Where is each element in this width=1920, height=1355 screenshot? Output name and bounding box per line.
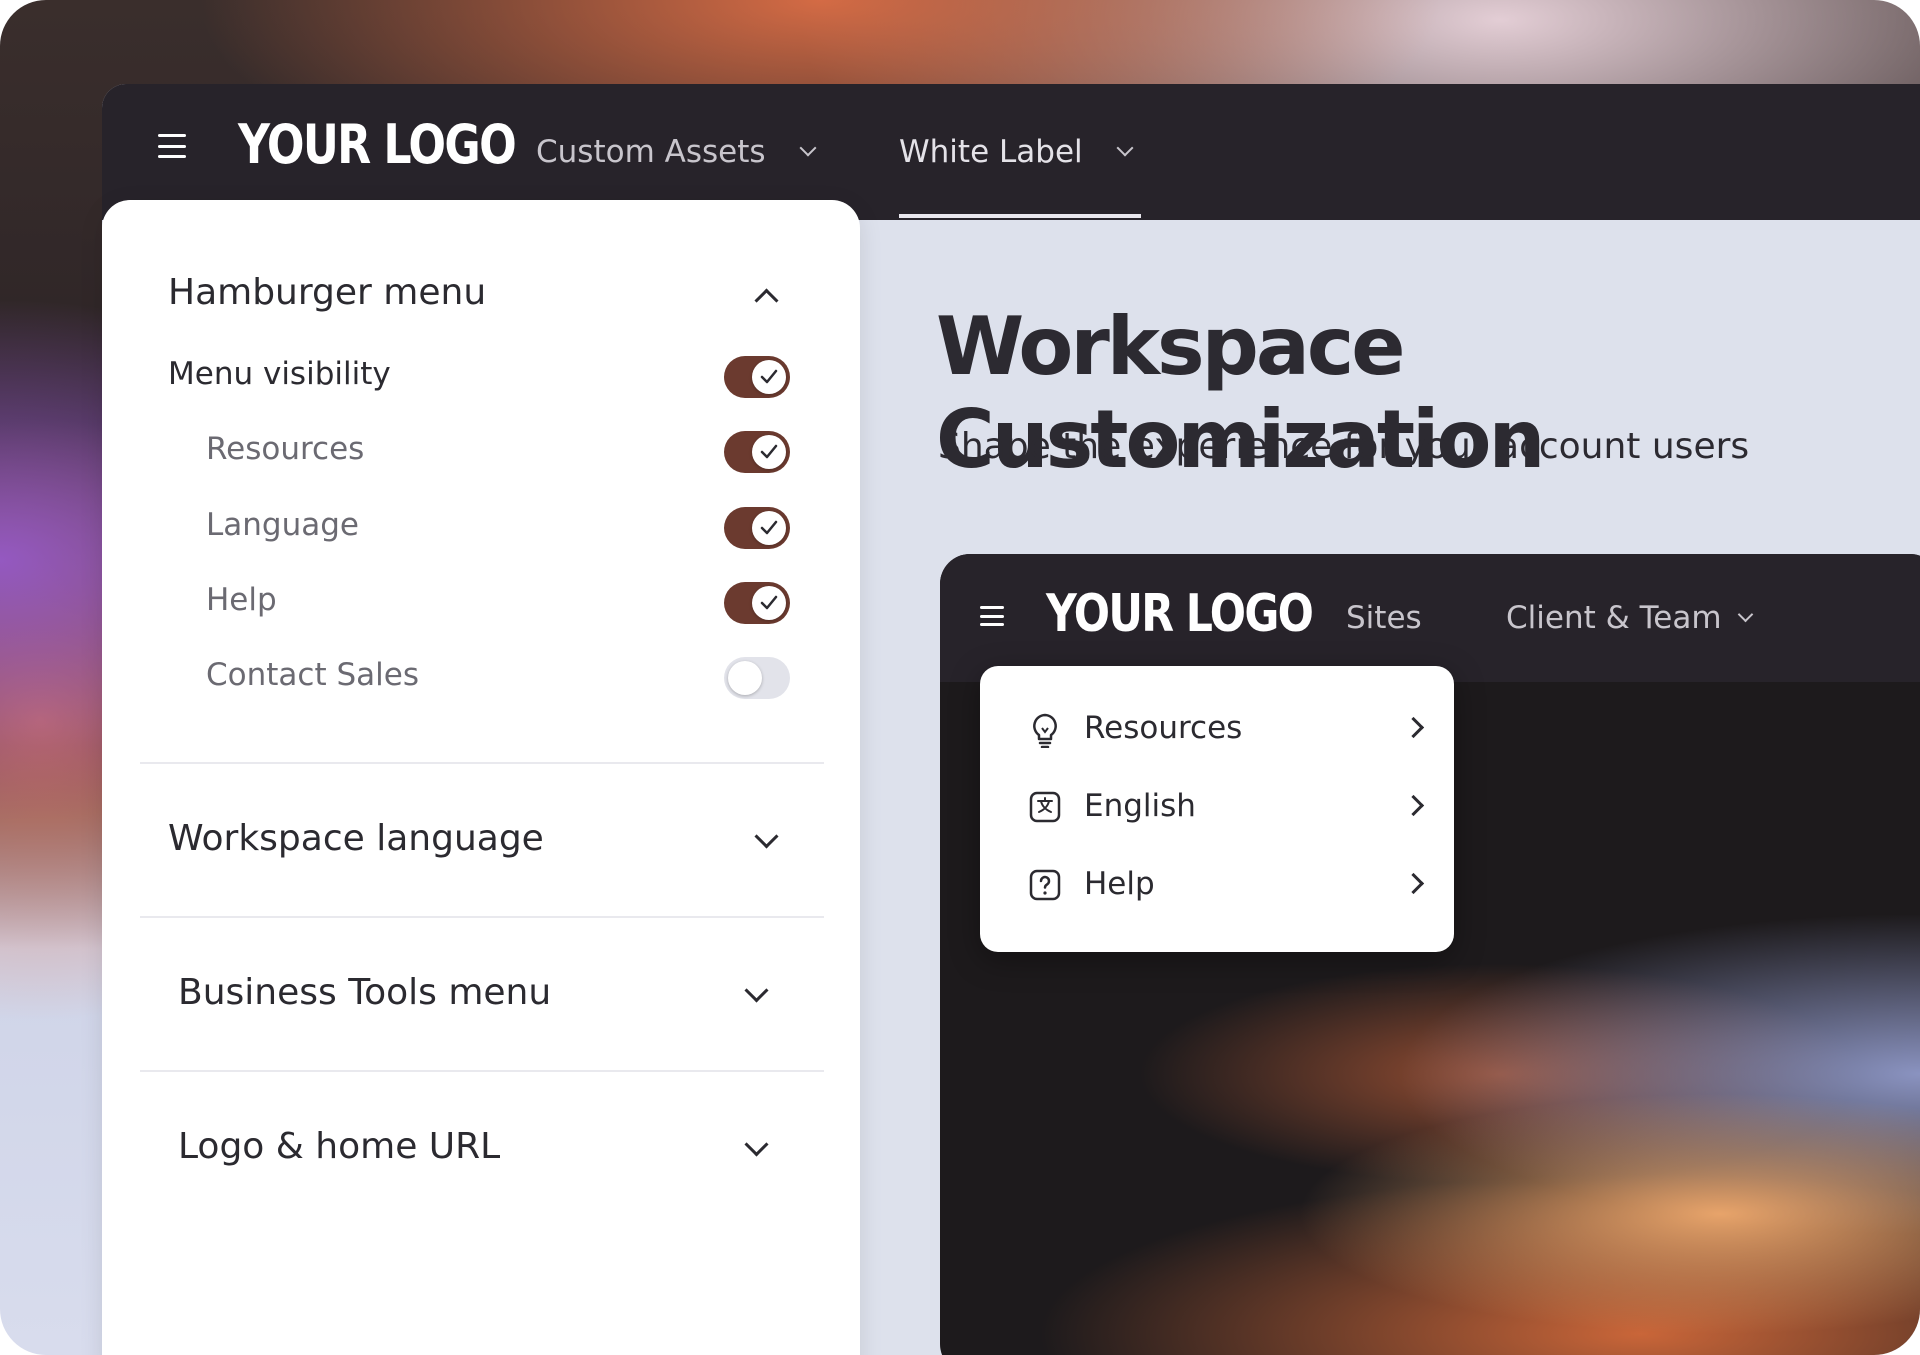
settings-panel: Hamburger menu Menu visibility Resources… [102,200,860,1355]
chevron-right-icon [1402,872,1425,895]
background-frame: YOUR LOGO Custom Assets White Label Work… [0,0,1920,1355]
chevron-down-icon[interactable] [744,1132,769,1157]
check-icon [760,444,778,459]
toggle-help[interactable] [724,582,790,624]
toggle-contact-sales[interactable] [724,657,790,699]
toggle-knob [728,661,762,695]
chevron-right-icon [1402,716,1425,739]
toggle-language[interactable] [724,507,790,549]
section-title-logo-home-url[interactable]: Logo & home URL [178,1126,500,1167]
section-title-workspace-language[interactable]: Workspace language [168,818,544,859]
preview-top-bar: YOUR LOGO Sites Client & Team [940,554,1920,682]
chevron-right-icon [1402,794,1425,817]
chevron-down-icon[interactable] [754,824,779,849]
lightbulb-icon [1028,712,1062,752]
preview-menu-item-help[interactable]: Help [980,846,1454,924]
toggle-knob [752,511,786,545]
check-icon [760,520,778,535]
section-title-hamburger-menu[interactable]: Hamburger menu [168,272,486,313]
chevron-down-icon [1116,139,1134,157]
check-icon [760,369,778,384]
toggle-resources[interactable] [724,431,790,473]
preview-menu-item-english[interactable]: English [980,768,1454,846]
chevron-down-icon [799,139,817,157]
page-subtitle: Shape the experience for your account us… [938,426,1750,467]
toggle-knob [752,435,786,469]
nav-white-label-label: White Label [899,134,1083,170]
preview-menu-item-label: English [1084,788,1196,824]
preview-logo: YOUR LOGO [1046,584,1314,644]
divider [140,916,824,918]
hamburger-menu-icon[interactable] [158,134,186,158]
row-label-help: Help [206,582,277,618]
chevron-down-icon [1737,606,1753,622]
brand-logo[interactable]: YOUR LOGO [238,118,517,172]
toggle-knob [752,360,786,394]
preview-nav-client-team-label: Client & Team [1506,600,1722,636]
row-label-contact-sales: Contact Sales [206,657,419,693]
divider [140,1070,824,1072]
row-label-menu-visibility: Menu visibility [168,356,391,392]
preview-menu-item-label: Help [1084,866,1155,902]
preview-menu-item-resources[interactable]: Resources [980,690,1454,768]
check-icon [760,595,778,610]
nav-white-label[interactable]: White Label [899,84,1141,220]
translate-icon [1028,790,1062,828]
preview-nav-sites-label: Sites [1346,600,1422,636]
nav-custom-assets-label: Custom Assets [536,134,766,170]
row-label-resources: Resources [206,431,365,467]
divider [140,762,824,764]
preview-nav-client-team[interactable]: Client & Team [1506,554,1753,682]
preview-hamburger-dropdown: Resources English Help [980,666,1454,952]
toggle-knob [752,586,786,620]
row-label-language: Language [206,507,359,543]
preview-nav-sites[interactable]: Sites [1346,554,1422,682]
preview-menu-item-label: Resources [1084,710,1243,746]
help-question-icon [1028,868,1062,906]
chevron-down-icon[interactable] [744,978,769,1003]
workspace-preview: YOUR LOGO Sites Client & Team Resources [940,554,1920,1355]
chevron-up-icon[interactable] [754,288,779,313]
section-title-business-tools-menu[interactable]: Business Tools menu [178,972,551,1013]
preview-hamburger-icon[interactable] [980,606,1004,626]
toggle-menu-visibility[interactable] [724,356,790,398]
